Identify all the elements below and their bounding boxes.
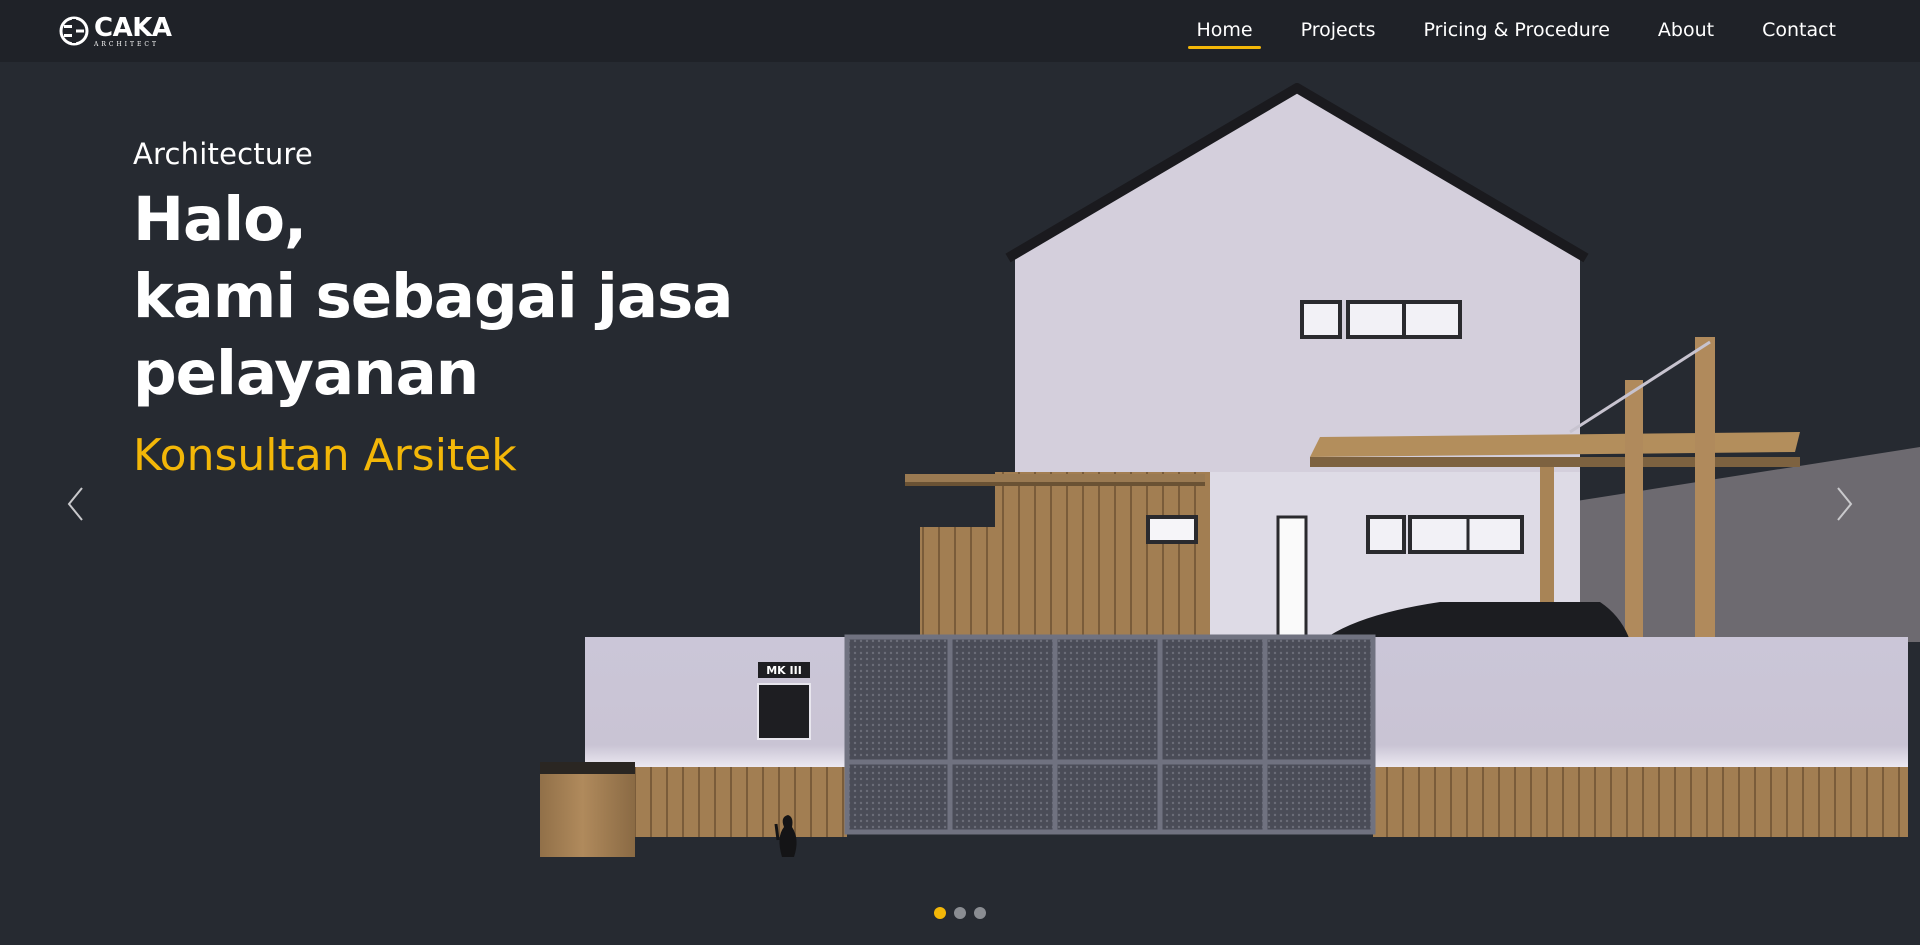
hero-text-block: Architecture Halo, kami sebagai jasa pel… [133, 137, 733, 481]
carousel-indicators [934, 907, 986, 919]
chevron-right-icon[interactable] [1826, 482, 1860, 526]
nav-home[interactable]: Home [1188, 9, 1261, 53]
hero-highlight: Konsultan Arsitek [133, 430, 517, 481]
brand-logo[interactable]: CAKA ARCHITECT [58, 12, 172, 48]
carousel-dot[interactable] [954, 907, 966, 919]
navbar: CAKA ARCHITECT Home Projects Pricing & P… [0, 0, 1920, 62]
house-number-sign: MK III [766, 664, 802, 677]
chevron-left-icon[interactable] [60, 482, 94, 526]
nav-projects[interactable]: Projects [1293, 9, 1384, 53]
hero-headline-line: pelayanan [133, 338, 479, 409]
carousel-dot[interactable] [934, 907, 946, 919]
brand-name: CAKA [94, 12, 172, 43]
hero-eyebrow: Architecture [133, 137, 313, 171]
carousel-dot[interactable] [974, 907, 986, 919]
hero-carousel: MK III Architecture Halo, kami sebagai j… [0, 62, 1920, 945]
nav-about[interactable]: About [1650, 9, 1722, 53]
logo-icon [59, 16, 89, 46]
hero-headline-line: kami sebagai jasa [133, 261, 733, 332]
nav-contact[interactable]: Contact [1754, 9, 1844, 53]
hero-headline-line: Halo, [133, 184, 307, 255]
hero-headline: Halo, kami sebagai jasa pelayanan [133, 181, 733, 412]
nav-pricing-procedure[interactable]: Pricing & Procedure [1415, 9, 1617, 53]
house-render-image: MK III [540, 83, 1920, 857]
brand-subtitle: ARCHITECT [94, 40, 160, 48]
main-nav: Home Projects Pricing & Procedure About … [1188, 9, 1844, 53]
